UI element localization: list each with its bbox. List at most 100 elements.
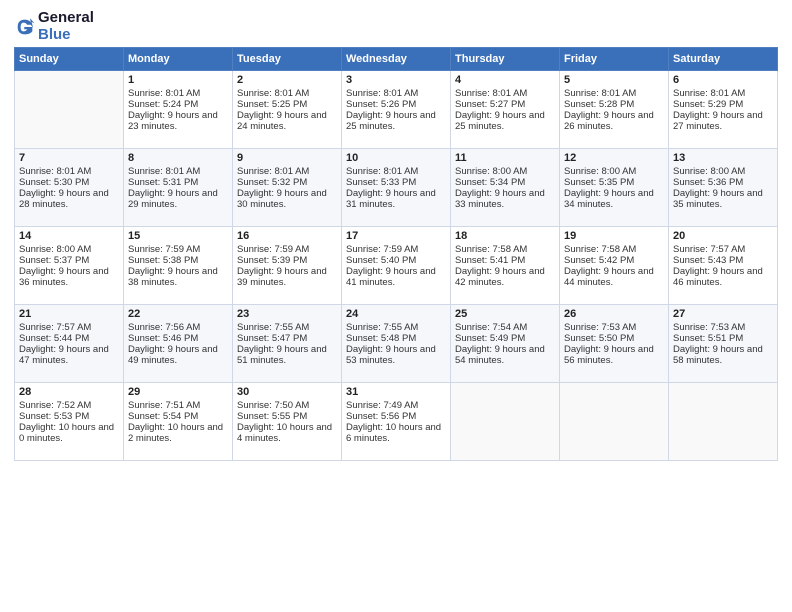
sunset-text: Sunset: 5:41 PM: [455, 255, 555, 266]
day-number: 22: [128, 308, 228, 320]
day-number: 27: [673, 308, 773, 320]
sunset-text: Sunset: 5:34 PM: [455, 177, 555, 188]
day-cell: 23Sunrise: 7:55 AMSunset: 5:47 PMDayligh…: [233, 305, 342, 383]
logo-icon: [14, 16, 36, 38]
daylight-text: Daylight: 9 hours and 24 minutes.: [237, 110, 337, 132]
sunset-text: Sunset: 5:46 PM: [128, 333, 228, 344]
header-cell-saturday: Saturday: [669, 48, 778, 71]
day-cell: 4 Sunrise: 8:01 AMSunset: 5:27 PMDaylight…: [451, 71, 560, 149]
sunrise-text: Sunrise: 7:50 AM: [237, 400, 337, 411]
day-number: 7: [19, 152, 119, 164]
week-row-2: 14Sunrise: 8:00 AMSunset: 5:37 PMDayligh…: [15, 227, 778, 305]
day-cell: 13Sunrise: 8:00 AMSunset: 5:36 PMDayligh…: [669, 149, 778, 227]
day-cell: 1Sunrise: 8:01 AMSunset: 5:24 PMDaylight…: [124, 71, 233, 149]
sunset-text: Sunset: 5:31 PM: [128, 177, 228, 188]
sunrise-text: Sunrise: 8:01 AM: [564, 88, 664, 99]
daylight-text: Daylight: 9 hours and 56 minutes.: [564, 344, 664, 366]
daylight-text: Daylight: 9 hours and 23 minutes.: [128, 110, 228, 132]
day-cell: 27Sunrise: 7:53 AMSunset: 5:51 PMDayligh…: [669, 305, 778, 383]
day-cell: [669, 383, 778, 461]
header-cell-sunday: Sunday: [15, 48, 124, 71]
daylight-text: Daylight: 10 hours and 2 minutes.: [128, 422, 228, 444]
sunset-text: Sunset: 5:24 PM: [128, 99, 228, 110]
day-number: 9: [237, 152, 337, 164]
daylight-text: Daylight: 9 hours and 46 minutes.: [673, 266, 773, 288]
day-cell: 7Sunrise: 8:01 AMSunset: 5:30 PMDaylight…: [15, 149, 124, 227]
sunset-text: Sunset: 5:51 PM: [673, 333, 773, 344]
day-cell: 9Sunrise: 8:01 AMSunset: 5:32 PMDaylight…: [233, 149, 342, 227]
sunset-text: Sunset: 5:54 PM: [128, 411, 228, 422]
header-row: SundayMondayTuesdayWednesdayThursdayFrid…: [15, 48, 778, 71]
daylight-text: Daylight: 9 hours and 38 minutes.: [128, 266, 228, 288]
day-cell: 31Sunrise: 7:49 AMSunset: 5:56 PMDayligh…: [342, 383, 451, 461]
week-row-0: 1Sunrise: 8:01 AMSunset: 5:24 PMDaylight…: [15, 71, 778, 149]
day-cell: 26Sunrise: 7:53 AMSunset: 5:50 PMDayligh…: [560, 305, 669, 383]
sunrise-text: Sunrise: 7:54 AM: [455, 322, 555, 333]
day-number: 25: [455, 308, 555, 320]
daylight-text: Daylight: 9 hours and 54 minutes.: [455, 344, 555, 366]
day-number: 19: [564, 230, 664, 242]
sunset-text: Sunset: 5:28 PM: [564, 99, 664, 110]
sunrise-text: Sunrise: 7:49 AM: [346, 400, 446, 411]
sunset-text: Sunset: 5:37 PM: [19, 255, 119, 266]
daylight-text: Daylight: 9 hours and 35 minutes.: [673, 188, 773, 210]
daylight-text: Daylight: 9 hours and 51 minutes.: [237, 344, 337, 366]
calendar-body: 1Sunrise: 8:01 AMSunset: 5:24 PMDaylight…: [15, 71, 778, 461]
day-cell: 22Sunrise: 7:56 AMSunset: 5:46 PMDayligh…: [124, 305, 233, 383]
daylight-text: Daylight: 10 hours and 6 minutes.: [346, 422, 446, 444]
day-cell: [15, 71, 124, 149]
sunrise-text: Sunrise: 8:01 AM: [128, 166, 228, 177]
sunrise-text: Sunrise: 7:53 AM: [673, 322, 773, 333]
day-cell: 25Sunrise: 7:54 AMSunset: 5:49 PMDayligh…: [451, 305, 560, 383]
daylight-text: Daylight: 9 hours and 36 minutes.: [19, 266, 119, 288]
day-number: 3: [346, 74, 446, 86]
daylight-text: Daylight: 9 hours and 49 minutes.: [128, 344, 228, 366]
sunrise-text: Sunrise: 7:58 AM: [564, 244, 664, 255]
daylight-text: Daylight: 9 hours and 25 minutes.: [455, 110, 555, 132]
calendar-table: SundayMondayTuesdayWednesdayThursdayFrid…: [14, 47, 778, 461]
day-cell: 29Sunrise: 7:51 AMSunset: 5:54 PMDayligh…: [124, 383, 233, 461]
daylight-text: Daylight: 9 hours and 27 minutes.: [673, 110, 773, 132]
daylight-text: Daylight: 9 hours and 31 minutes.: [346, 188, 446, 210]
sunset-text: Sunset: 5:26 PM: [346, 99, 446, 110]
sunset-text: Sunset: 5:35 PM: [564, 177, 664, 188]
sunrise-text: Sunrise: 8:01 AM: [128, 88, 228, 99]
day-number: 21: [19, 308, 119, 320]
day-cell: 30Sunrise: 7:50 AMSunset: 5:55 PMDayligh…: [233, 383, 342, 461]
sunset-text: Sunset: 5:27 PM: [455, 99, 555, 110]
sunset-text: Sunset: 5:53 PM: [19, 411, 119, 422]
calendar-header: SundayMondayTuesdayWednesdayThursdayFrid…: [15, 48, 778, 71]
daylight-text: Daylight: 9 hours and 33 minutes.: [455, 188, 555, 210]
daylight-text: Daylight: 9 hours and 44 minutes.: [564, 266, 664, 288]
week-row-4: 28Sunrise: 7:52 AMSunset: 5:53 PMDayligh…: [15, 383, 778, 461]
day-number: 4: [455, 74, 555, 86]
day-cell: 15Sunrise: 7:59 AMSunset: 5:38 PMDayligh…: [124, 227, 233, 305]
logo: General Blue: [14, 10, 94, 43]
day-number: 18: [455, 230, 555, 242]
sunset-text: Sunset: 5:40 PM: [346, 255, 446, 266]
sunset-text: Sunset: 5:56 PM: [346, 411, 446, 422]
sunrise-text: Sunrise: 8:00 AM: [564, 166, 664, 177]
day-cell: 12Sunrise: 8:00 AMSunset: 5:35 PMDayligh…: [560, 149, 669, 227]
sunrise-text: Sunrise: 8:00 AM: [455, 166, 555, 177]
sunrise-text: Sunrise: 8:01 AM: [237, 88, 337, 99]
day-number: 24: [346, 308, 446, 320]
day-cell: 8Sunrise: 8:01 AMSunset: 5:31 PMDaylight…: [124, 149, 233, 227]
header-cell-tuesday: Tuesday: [233, 48, 342, 71]
sunrise-text: Sunrise: 8:01 AM: [455, 88, 555, 99]
sunrise-text: Sunrise: 7:59 AM: [128, 244, 228, 255]
sunset-text: Sunset: 5:43 PM: [673, 255, 773, 266]
sunrise-text: Sunrise: 7:55 AM: [346, 322, 446, 333]
day-number: 13: [673, 152, 773, 164]
sunrise-text: Sunrise: 8:01 AM: [346, 88, 446, 99]
day-number: 20: [673, 230, 773, 242]
day-number: 28: [19, 386, 119, 398]
daylight-text: Daylight: 9 hours and 53 minutes.: [346, 344, 446, 366]
day-number: 10: [346, 152, 446, 164]
sunrise-text: Sunrise: 7:51 AM: [128, 400, 228, 411]
logo-text-line2: Blue: [38, 27, 94, 44]
sunset-text: Sunset: 5:48 PM: [346, 333, 446, 344]
sunrise-text: Sunrise: 8:00 AM: [19, 244, 119, 255]
daylight-text: Daylight: 9 hours and 25 minutes.: [346, 110, 446, 132]
daylight-text: Daylight: 9 hours and 28 minutes.: [19, 188, 119, 210]
